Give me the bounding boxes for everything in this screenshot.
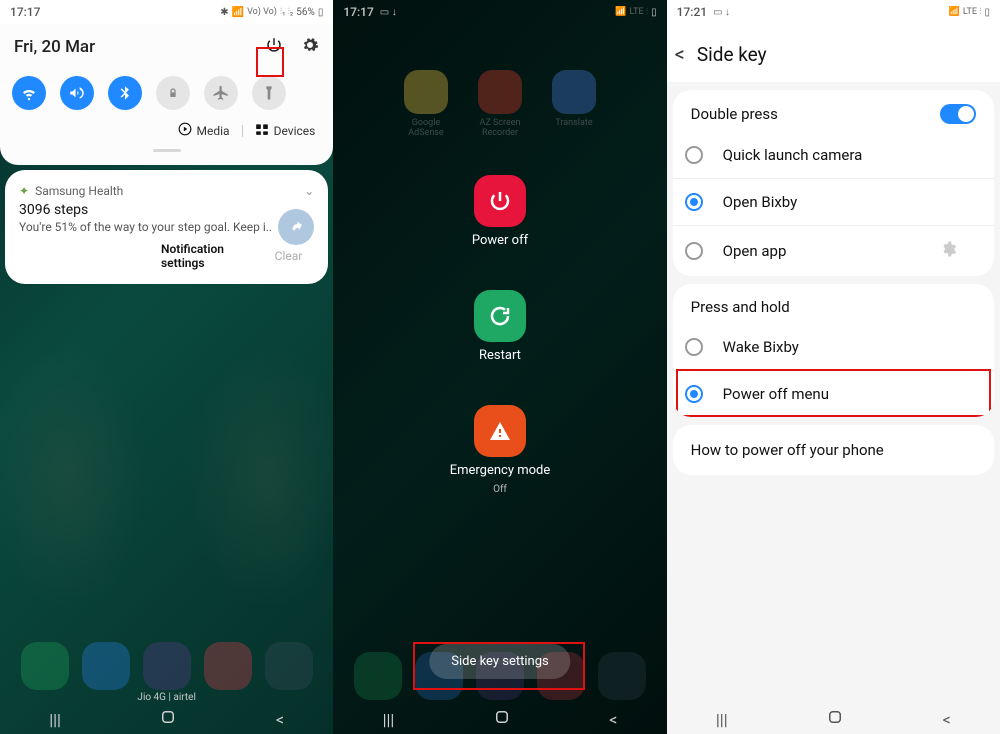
qs-airplane[interactable] [204,76,238,110]
nav-recents[interactable]: ||| [716,710,728,729]
status-time: 17:17 [343,5,373,19]
apps-drawer-icon [598,652,646,700]
double-press-label: Double press [691,105,778,123]
bluetooth-icon: ✱ [220,7,228,18]
battery-pct: 56% [296,7,315,18]
notif-title: 3096 steps [19,202,314,218]
warning-icon [474,405,526,457]
howto-card[interactable]: How to power off your phone [673,425,994,475]
qs-wifi[interactable] [12,76,46,110]
page-title: Side key [697,43,767,66]
status-app-icons: ▭ ↓ [713,7,730,18]
shoe-icon: ✦ [19,184,29,198]
wifi-icon: 📶 [615,7,626,17]
browser-app-icon[interactable] [143,642,191,690]
status-time: 17:21 [677,5,707,19]
media-button[interactable]: Media [178,122,230,139]
radio-icon [685,242,703,260]
power-icon [474,175,526,227]
battery-icon: ▯ [984,7,990,18]
signal-icon: LTE ⫶ [963,7,982,17]
press-hold-label: Press and hold [691,298,790,316]
nav-recents[interactable]: ||| [49,710,61,729]
gear-icon[interactable] [940,240,976,262]
chevron-down-icon[interactable]: ⌄ [304,184,314,198]
nav-back[interactable]: < [276,710,284,729]
status-bar: 17:21 ▭ ↓ 📶 LTE ⫶ ▯ [667,0,1000,24]
emergency-mode-button[interactable]: Emergency mode Off [450,405,551,495]
back-icon[interactable]: < [675,42,685,66]
devices-button[interactable]: Devices [255,122,316,139]
wifi-icon: 📶 [232,7,244,18]
status-app-icons: ▭ ↓ [380,7,397,18]
battery-icon: ▯ [318,7,324,18]
side-key-highlight [413,642,585,690]
double-press-toggle[interactable] [940,104,976,124]
double-press-card: Double press Quick launch camera Open Bi… [673,90,994,276]
background-app-row: Google AdSense AZ Screen Recorder Transl… [333,70,666,138]
status-bar: 17:17 ▭ ↓ 📶 LTE ⫶ ▯ [333,0,666,24]
dock [0,642,333,690]
nav-home[interactable] [826,708,844,730]
radio-icon [685,193,703,211]
settings-header: < Side key [667,24,1000,82]
nav-bar: ||| < [0,704,333,734]
notif-body: You're 51% of the way to your step goal.… [19,220,314,234]
qs-lock-rotate[interactable] [156,76,190,110]
wifi-icon: 📶 [949,7,960,17]
signal-icon: LTE ⫶ [630,7,649,17]
nav-back[interactable]: < [609,710,617,729]
battery-icon: ▯ [651,7,657,18]
status-bar: 17:17 ✱ 📶 Vo) Vo) ⫶₁ ⫶₂ 56% ▯ [0,0,333,24]
option-open-app[interactable]: Open app [673,225,994,276]
nav-home[interactable] [493,708,511,730]
notification-card[interactable]: ✦ Samsung Health ⌄ 3096 steps You're 51%… [5,170,328,284]
phone-app-icon[interactable] [21,642,69,690]
phone-app-icon [354,652,402,700]
messages-app-icon[interactable] [82,642,130,690]
option-wake-bixby[interactable]: Wake Bixby [673,324,994,370]
gear-icon[interactable] [301,36,319,58]
howto-label: How to power off your phone [673,425,994,475]
apps-drawer-icon[interactable] [265,642,313,690]
carrier-label: Jio 4G | airtel [0,692,333,703]
restart-icon [474,290,526,342]
qs-flashlight[interactable] [252,76,286,110]
lte-indicator: Vo) Vo) [247,7,277,17]
panel-handle[interactable] [153,149,181,152]
clear-button[interactable]: Clear [275,249,303,263]
nav-bar: ||| < [333,704,666,734]
panel-date: Fri, 20 Mar [14,37,95,57]
restart-button[interactable]: Restart [474,290,526,363]
devices-icon [255,122,269,139]
power-off-button[interactable]: Power off [472,175,528,248]
nav-back[interactable]: < [943,710,951,729]
power-off-menu-highlight [676,369,991,417]
radio-icon [685,146,703,164]
steps-badge-icon [278,209,314,245]
camera-app-icon[interactable] [204,642,252,690]
status-time: 17:17 [10,5,40,19]
signal-icon: ⫶₁ ⫶₂ [280,7,293,17]
notification-settings-button[interactable]: Notification settings [161,242,251,270]
power-icon-highlight [256,47,284,77]
qs-sound[interactable] [60,76,94,110]
press-hold-card: Press and hold Wake Bixby Power off menu [673,284,994,417]
nav-recents[interactable]: ||| [383,710,395,729]
qs-bluetooth[interactable] [108,76,142,110]
option-open-bixby[interactable]: Open Bixby [673,178,994,225]
nav-bar: ||| < [667,704,1000,734]
quick-settings-row [0,70,333,118]
play-icon [178,122,192,139]
nav-home[interactable] [159,708,177,730]
option-quick-launch-camera[interactable]: Quick launch camera [673,132,994,178]
radio-icon [685,338,703,356]
